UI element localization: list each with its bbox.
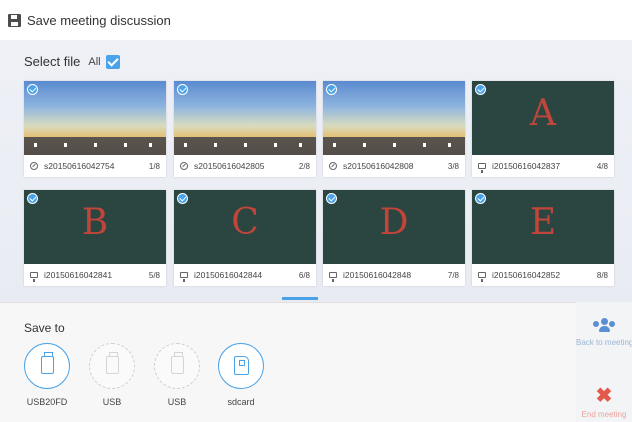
file-thumbnail	[174, 81, 316, 155]
device-name: sdcard	[227, 397, 255, 407]
back-to-meeting-label: Back to meeting	[576, 338, 632, 347]
device-button	[89, 343, 135, 389]
file-page: 2/8	[298, 161, 310, 171]
whiteboard-letter: A	[530, 93, 556, 134]
people-icon	[593, 318, 615, 332]
close-icon: ✖	[595, 385, 613, 407]
device-name: USB20FD	[26, 397, 68, 407]
checked-badge-icon[interactable]	[27, 193, 38, 204]
file-card[interactable]: E i20150616042852 8/8	[472, 190, 614, 286]
whiteboard-letter: B	[81, 202, 109, 243]
file-name: s20150616042754	[44, 161, 115, 171]
file-thumbnail	[323, 81, 465, 155]
device-button[interactable]	[218, 343, 264, 389]
device-button[interactable]	[24, 343, 70, 389]
sd-card-icon	[234, 356, 249, 375]
file-page: 5/8	[148, 270, 160, 280]
usb-drive-icon	[41, 352, 54, 374]
device-name: USB	[102, 397, 122, 407]
device-usb: USB	[147, 343, 207, 407]
checked-badge-icon[interactable]	[326, 84, 337, 95]
device-sdcard[interactable]: sdcard	[211, 343, 271, 407]
file-name: i20150616042837	[492, 161, 561, 171]
checked-badge-icon[interactable]	[177, 193, 188, 204]
monitor-icon	[180, 272, 188, 282]
monitor-icon	[478, 272, 486, 282]
file-name: i20150616042852	[492, 270, 561, 280]
file-caption: i20150616042841 5/8	[24, 264, 166, 286]
file-page: 4/8	[596, 161, 608, 171]
file-name: i20150616042841	[44, 270, 113, 280]
clock-icon	[30, 162, 38, 170]
end-meeting-button[interactable]: ✖ End meeting	[576, 362, 632, 422]
select-all-label: All	[88, 55, 101, 68]
file-card[interactable]: B i20150616042841 5/8	[24, 190, 166, 286]
file-caption: i20150616042837 4/8	[472, 155, 614, 177]
file-name: i20150616042848	[343, 270, 412, 280]
file-card[interactable]: D i20150616042848 7/8	[323, 190, 465, 286]
file-card[interactable]: s20150616042808 3/8	[323, 81, 465, 177]
file-card[interactable]: A i20150616042837 4/8	[472, 81, 614, 177]
file-caption: i20150616042848 7/8	[323, 264, 465, 286]
device-usb20fd[interactable]: USB20FD	[17, 343, 77, 407]
device-usb: USB	[82, 343, 142, 407]
checked-badge-icon[interactable]	[475, 193, 486, 204]
file-caption: s20150616042805 2/8	[174, 155, 316, 177]
end-meeting-label: End meeting	[581, 410, 627, 419]
select-file-row: Select file All	[24, 54, 120, 69]
clock-icon	[180, 162, 188, 170]
title-bar: Save meeting discussion	[0, 0, 632, 40]
checked-badge-icon[interactable]	[177, 84, 188, 95]
whiteboard-letter: E	[529, 202, 557, 243]
file-page: 1/8	[148, 161, 160, 171]
device-button	[154, 343, 200, 389]
file-thumbnail: D	[323, 190, 465, 264]
checked-badge-icon[interactable]	[475, 84, 486, 95]
file-thumbnail: B	[24, 190, 166, 264]
save-icon	[8, 13, 21, 27]
monitor-icon	[329, 272, 337, 282]
page-indicator	[282, 297, 318, 300]
select-file-label: Select file	[24, 54, 81, 69]
monitor-icon	[478, 163, 486, 173]
checked-badge-icon[interactable]	[27, 84, 38, 95]
whiteboard-letter: C	[231, 202, 259, 243]
file-card[interactable]: C i20150616042844 6/8	[174, 190, 316, 286]
file-caption: s20150616042808 3/8	[323, 155, 465, 177]
file-card[interactable]: s20150616042754 1/8	[24, 81, 166, 177]
file-page: 6/8	[298, 270, 310, 280]
file-page: 7/8	[447, 270, 459, 280]
file-thumbnail: E	[472, 190, 614, 264]
file-caption: i20150616042852 8/8	[472, 264, 614, 286]
save-to-label: Save to	[24, 321, 65, 335]
whiteboard-letter: D	[379, 202, 409, 243]
back-to-meeting-button[interactable]: Back to meeting	[576, 302, 632, 362]
file-thumbnail	[24, 81, 166, 155]
file-page: 3/8	[447, 161, 459, 171]
file-page: 8/8	[596, 270, 608, 280]
file-name: s20150616042805	[194, 161, 265, 171]
window-title: Save meeting discussion	[27, 12, 171, 28]
file-caption: s20150616042754 1/8	[24, 155, 166, 177]
usb-drive-icon	[171, 352, 184, 374]
select-all-checkbox[interactable]	[105, 54, 120, 69]
file-caption: i20150616042844 6/8	[174, 264, 316, 286]
usb-drive-icon	[106, 352, 119, 374]
monitor-icon	[30, 272, 38, 282]
file-card[interactable]: s20150616042805 2/8	[174, 81, 316, 177]
file-name: i20150616042844	[194, 270, 263, 280]
checked-badge-icon[interactable]	[326, 193, 337, 204]
file-thumbnail: A	[472, 81, 614, 155]
file-name: s20150616042808	[343, 161, 414, 171]
device-name: USB	[167, 397, 187, 407]
clock-icon	[329, 162, 337, 170]
file-thumbnail: C	[174, 190, 316, 264]
save-to-panel: Save to USB20FD USB USB sdcard	[0, 302, 576, 422]
